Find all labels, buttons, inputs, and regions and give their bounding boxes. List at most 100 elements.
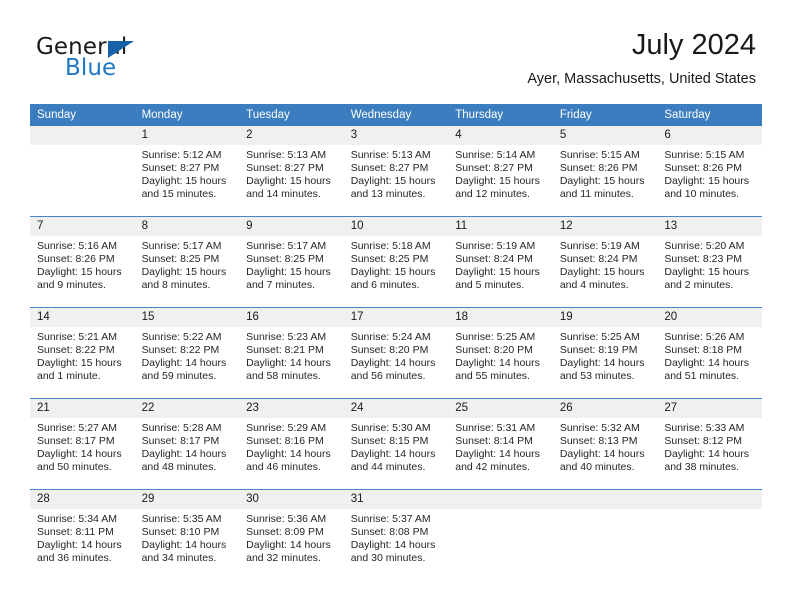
day-number: 4 <box>448 126 553 145</box>
calendar-day-cell[interactable]: 11 Sunrise: 5:19 AM Sunset: 8:24 PM Dayligh… <box>448 216 553 308</box>
day-number: 3 <box>343 126 449 145</box>
day-cell-inner <box>448 490 553 580</box>
daylight-text-line1: Daylight: 15 hours <box>455 266 540 279</box>
daylight-text-line1: Daylight: 14 hours <box>559 357 645 370</box>
day-number <box>552 490 658 509</box>
calendar-day-cell[interactable]: 29 Sunrise: 5:35 AM Sunset: 8:10 PM Dayligh… <box>134 489 240 580</box>
daylight-text-line1: Daylight: 15 hours <box>559 175 645 188</box>
calendar-week-row: 28 Sunrise: 5:34 AM Sunset: 8:11 PM Dayligh… <box>30 489 762 580</box>
sunrise-text: Sunrise: 5:24 AM <box>350 331 431 343</box>
day-cell-inner: 5 Sunrise: 5:15 AM Sunset: 8:26 PM Daylight… <box>552 126 658 216</box>
calendar-day-cell[interactable]: 2 Sunrise: 5:13 AM Sunset: 8:27 PM Daylight… <box>239 126 344 217</box>
weekday-header-friday: Friday <box>552 104 658 126</box>
day-details: Sunrise: 5:23 AM Sunset: 8:21 PM Daylight:… <box>239 327 344 383</box>
calendar-day-cell[interactable]: 24 Sunrise: 5:30 AM Sunset: 8:15 PM Dayligh… <box>343 398 449 490</box>
sunrise-text: Sunrise: 5:20 AM <box>664 240 745 252</box>
day-cell-inner: 12 Sunrise: 5:19 AM Sunset: 8:24 PM Dayligh… <box>552 217 658 307</box>
day-details: Sunrise: 5:16 AM Sunset: 8:26 PM Daylight:… <box>30 236 135 292</box>
calendar-day-cell[interactable]: 28 Sunrise: 5:34 AM Sunset: 8:11 PM Dayligh… <box>30 489 135 580</box>
day-number: 10 <box>343 217 449 236</box>
calendar-day-cell[interactable]: 17 Sunrise: 5:24 AM Sunset: 8:20 PM Dayligh… <box>343 307 449 399</box>
weekday-header-saturday: Saturday <box>657 104 762 126</box>
calendar-day-cell[interactable]: 23 Sunrise: 5:29 AM Sunset: 8:16 PM Dayligh… <box>239 398 344 490</box>
calendar-day-cell[interactable]: 19 Sunrise: 5:25 AM Sunset: 8:19 PM Dayligh… <box>552 307 658 399</box>
sunset-text: Sunset: 8:10 PM <box>141 526 220 539</box>
calendar-day-cell[interactable]: 12 Sunrise: 5:19 AM Sunset: 8:24 PM Dayligh… <box>552 216 658 308</box>
calendar-day-cell[interactable]: 7 Sunrise: 5:16 AM Sunset: 8:26 PM Daylight… <box>30 216 135 308</box>
day-number: 25 <box>448 399 553 418</box>
sunset-text: Sunset: 8:27 PM <box>350 162 429 175</box>
day-number: 12 <box>552 217 658 236</box>
calendar-cell-empty <box>552 489 658 580</box>
calendar-day-cell[interactable]: 8 Sunrise: 5:17 AM Sunset: 8:25 PM Daylight… <box>134 216 240 308</box>
calendar-day-cell[interactable]: 22 Sunrise: 5:28 AM Sunset: 8:17 PM Dayligh… <box>134 398 240 490</box>
sunrise-text: Sunrise: 5:26 AM <box>664 331 745 343</box>
calendar-day-cell[interactable]: 14 Sunrise: 5:21 AM Sunset: 8:22 PM Dayligh… <box>30 307 135 399</box>
sunset-text: Sunset: 8:27 PM <box>246 162 324 175</box>
sunrise-text: Sunrise: 5:28 AM <box>141 422 222 434</box>
day-number: 8 <box>134 217 240 236</box>
daylight-text-line2: and 5 minutes. <box>455 279 525 292</box>
calendar-day-cell[interactable]: 18 Sunrise: 5:25 AM Sunset: 8:20 PM Dayligh… <box>448 307 553 399</box>
sunset-text: Sunset: 8:24 PM <box>559 253 638 266</box>
day-details: Sunrise: 5:17 AM Sunset: 8:25 PM Daylight:… <box>135 236 240 292</box>
day-details: Sunrise: 5:15 AM Sunset: 8:26 PM Daylight:… <box>657 145 762 201</box>
day-number: 2 <box>239 126 344 145</box>
calendar-day-cell[interactable]: 27 Sunrise: 5:33 AM Sunset: 8:12 PM Dayligh… <box>657 398 762 490</box>
sunrise-text: Sunrise: 5:21 AM <box>37 331 117 343</box>
day-details: Sunrise: 5:22 AM Sunset: 8:22 PM Daylight:… <box>135 327 240 383</box>
page-header: General Blue July 2024 Ayer, Massachuset… <box>0 0 792 104</box>
calendar-day-cell[interactable]: 21 Sunrise: 5:27 AM Sunset: 8:17 PM Dayligh… <box>30 398 135 490</box>
day-details: Sunrise: 5:29 AM Sunset: 8:16 PM Daylight:… <box>239 418 344 474</box>
daylight-text-line1: Daylight: 15 hours <box>141 175 227 188</box>
brand-logo[interactable]: General Blue <box>36 36 226 86</box>
calendar-day-cell[interactable]: 20 Sunrise: 5:26 AM Sunset: 8:18 PM Dayligh… <box>657 307 762 399</box>
day-cell-inner: 17 Sunrise: 5:24 AM Sunset: 8:20 PM Dayligh… <box>343 308 449 398</box>
daylight-text-line2: and 46 minutes. <box>246 461 321 474</box>
daylight-text-line2: and 10 minutes. <box>664 188 740 201</box>
daylight-text-line1: Daylight: 14 hours <box>246 539 331 552</box>
sunrise-text: Sunrise: 5:37 AM <box>350 513 431 525</box>
calendar-day-cell[interactable]: 3 Sunrise: 5:13 AM Sunset: 8:27 PM Daylight… <box>343 126 449 217</box>
calendar-day-cell[interactable]: 26 Sunrise: 5:32 AM Sunset: 8:13 PM Dayligh… <box>552 398 658 490</box>
daylight-text-line1: Daylight: 14 hours <box>246 448 331 461</box>
daylight-text-line2: and 55 minutes. <box>455 370 530 383</box>
day-cell-inner: 20 Sunrise: 5:26 AM Sunset: 8:18 PM Dayligh… <box>657 308 762 398</box>
calendar-day-cell[interactable]: 10 Sunrise: 5:18 AM Sunset: 8:25 PM Dayligh… <box>343 216 449 308</box>
calendar-day-cell[interactable]: 5 Sunrise: 5:15 AM Sunset: 8:26 PM Daylight… <box>552 126 658 217</box>
daylight-text-line2: and 8 minutes. <box>141 279 211 292</box>
day-cell-inner: 18 Sunrise: 5:25 AM Sunset: 8:20 PM Dayligh… <box>448 308 553 398</box>
sunset-text: Sunset: 8:16 PM <box>246 435 324 448</box>
calendar-day-cell[interactable]: 31 Sunrise: 5:37 AM Sunset: 8:08 PM Dayligh… <box>343 489 449 580</box>
day-number: 31 <box>343 490 449 509</box>
day-cell-inner: 24 Sunrise: 5:30 AM Sunset: 8:15 PM Dayligh… <box>343 399 449 489</box>
daylight-text-line2: and 59 minutes. <box>141 370 217 383</box>
calendar-day-cell[interactable]: 4 Sunrise: 5:14 AM Sunset: 8:27 PM Daylight… <box>448 126 553 217</box>
day-cell-inner: 21 Sunrise: 5:27 AM Sunset: 8:17 PM Dayligh… <box>30 399 135 489</box>
day-cell-inner: 14 Sunrise: 5:21 AM Sunset: 8:22 PM Dayligh… <box>30 308 135 398</box>
day-details: Sunrise: 5:35 AM Sunset: 8:10 PM Daylight:… <box>135 509 240 565</box>
daylight-text-line1: Daylight: 15 hours <box>37 266 122 279</box>
calendar-day-cell[interactable]: 6 Sunrise: 5:15 AM Sunset: 8:26 PM Daylight… <box>657 126 762 217</box>
day-number: 26 <box>552 399 658 418</box>
daylight-text-line2: and 34 minutes. <box>141 552 217 565</box>
daylight-text-line1: Daylight: 14 hours <box>37 539 122 552</box>
calendar-day-cell[interactable]: 25 Sunrise: 5:31 AM Sunset: 8:14 PM Dayligh… <box>448 398 553 490</box>
calendar-day-cell[interactable]: 30 Sunrise: 5:36 AM Sunset: 8:09 PM Dayligh… <box>239 489 344 580</box>
calendar-day-cell[interactable]: 13 Sunrise: 5:20 AM Sunset: 8:23 PM Dayligh… <box>657 216 762 308</box>
calendar-day-cell[interactable]: 9 Sunrise: 5:17 AM Sunset: 8:25 PM Daylight… <box>239 216 344 308</box>
daylight-text-line1: Daylight: 14 hours <box>455 448 540 461</box>
daylight-text-line2: and 50 minutes. <box>37 461 112 474</box>
weekday-header-sunday: Sunday <box>30 104 135 126</box>
day-details: Sunrise: 5:25 AM Sunset: 8:19 PM Daylight:… <box>553 327 658 383</box>
calendar-cell-empty <box>30 126 135 217</box>
sunset-text: Sunset: 8:26 PM <box>559 162 638 175</box>
calendar-day-cell[interactable]: 15 Sunrise: 5:22 AM Sunset: 8:22 PM Dayligh… <box>134 307 240 399</box>
day-cell-inner: 26 Sunrise: 5:32 AM Sunset: 8:13 PM Dayligh… <box>552 399 658 489</box>
page-title: July 2024 <box>631 29 756 61</box>
calendar-day-cell[interactable]: 16 Sunrise: 5:23 AM Sunset: 8:21 PM Dayligh… <box>239 307 344 399</box>
calendar-day-cell[interactable]: 1 Sunrise: 5:12 AM Sunset: 8:27 PM Daylight… <box>134 126 240 217</box>
daylight-text-line1: Daylight: 14 hours <box>246 357 331 370</box>
sunset-text: Sunset: 8:27 PM <box>455 162 533 175</box>
sunrise-text: Sunrise: 5:34 AM <box>37 513 117 525</box>
